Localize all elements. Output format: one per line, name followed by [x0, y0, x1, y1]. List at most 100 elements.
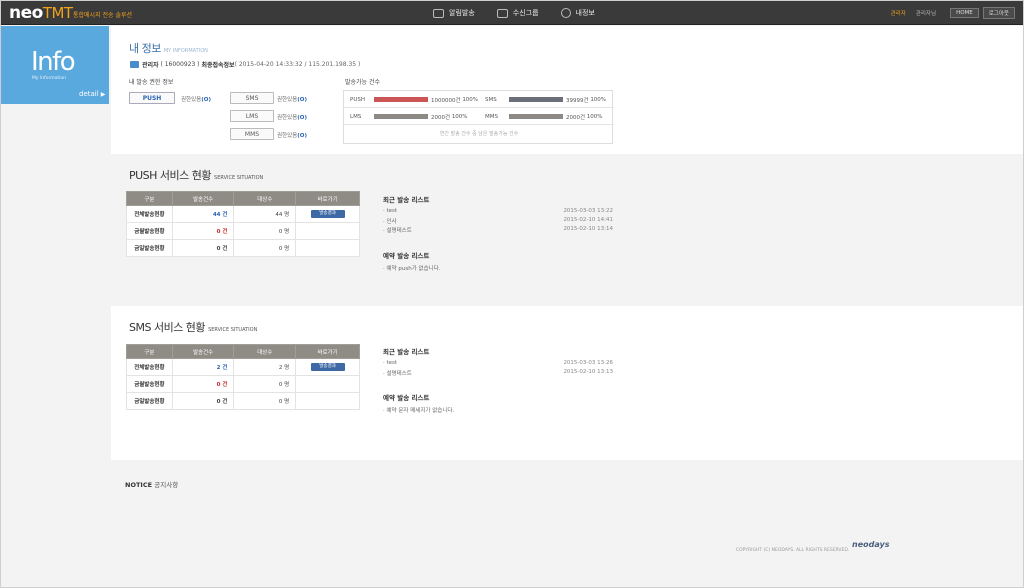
- item-name: 설명테스트: [386, 228, 412, 234]
- perm-lms-status: 권한있음(O): [277, 113, 307, 121]
- perm-label: 권한있음: [277, 97, 298, 103]
- info-panel: Info My Information detail ▶: [1, 26, 109, 104]
- table-header-row: 구분 발송건수 대상수 바로가기: [126, 191, 360, 206]
- quota-count: 2000건: [431, 114, 451, 121]
- row-label: 금일발송현황: [126, 239, 173, 257]
- row-target: 0 명: [233, 375, 297, 393]
- quota-count: 2000건: [566, 114, 586, 121]
- arrow-right-icon: ▶: [100, 91, 106, 98]
- perm-value: (O): [297, 133, 307, 139]
- list-item[interactable]: · test 2015-03-03 13:26: [383, 360, 613, 369]
- table-row: 금일발송현황 0 건 0 명: [126, 239, 360, 257]
- quota-count: 39999건: [566, 97, 589, 104]
- notice-title[interactable]: NOTICE 공지사항: [125, 479, 178, 489]
- th-target: 대상수: [233, 344, 297, 359]
- item-date: 2015-02-10 14:41: [563, 217, 613, 223]
- row-sent: 0 건: [171, 239, 235, 257]
- push-title-en: SERVICE SITUATION: [214, 175, 264, 181]
- home-button[interactable]: HOME: [950, 8, 979, 18]
- quota-box: PUSH 1000000건 100% SMS 39999건 100% LMS 2…: [343, 90, 614, 144]
- row-sent: 2 건: [171, 358, 235, 376]
- left-column: [1, 104, 109, 587]
- util-menu: 관리자 관리자님 HOME 로그아웃: [891, 7, 1015, 19]
- sms-service-title: SMS 서비스 현황 SERVICE SITUATION: [129, 319, 257, 335]
- notice-title-ko: 공지사항: [154, 481, 179, 489]
- item-name: test: [386, 360, 398, 366]
- row-sent: 0 건: [171, 222, 235, 240]
- quota-note: 연간 발송 건수 중 남은 발송가능 건수: [439, 131, 519, 137]
- logo[interactable]: neoTMT: [9, 4, 73, 22]
- logout-button[interactable]: 로그아웃: [982, 7, 1015, 19]
- th-shortcut: 바로가기: [295, 344, 360, 359]
- logo-accent: TMT: [42, 4, 73, 22]
- perm-push-button[interactable]: PUSH: [129, 92, 175, 104]
- row-shortcut: [295, 375, 360, 393]
- row-target: 2 명: [233, 358, 297, 376]
- nav-item-myinfo[interactable]: 내정보: [560, 8, 595, 18]
- last-login-label: 최종접속정보: [201, 62, 235, 69]
- quota-percent: 100%: [451, 113, 468, 120]
- main-nav: 알림발송 수신그룹 내정보: [433, 1, 617, 25]
- row-sent: 44 건: [171, 205, 235, 223]
- list-item[interactable]: · 설명테스트 2015-02-10 13:14: [383, 226, 613, 235]
- quota-bar-sms: [509, 97, 563, 102]
- th-sent: 발송건수: [171, 344, 235, 359]
- sms-service-table: 구분 발송건수 대상수 바로가기 전체발송현황 2 건 2 명 발송결과 금월발…: [126, 344, 360, 410]
- notice-section: NOTICE 공지사항: [111, 460, 1023, 587]
- sms-reserved-list: · 예약 문자 메세지가 없습니다.: [383, 406, 613, 415]
- id-card-icon: [130, 61, 139, 68]
- perm-lms-button[interactable]: LMS: [230, 110, 274, 122]
- admin-info-link[interactable]: 관리자님: [916, 9, 936, 17]
- empty-message: 예약 문자 메세지가 없습니다.: [386, 408, 455, 414]
- perm-sms-button[interactable]: SMS: [230, 92, 274, 104]
- perm-mms-button[interactable]: MMS: [230, 128, 274, 140]
- detail-label: detail: [79, 90, 99, 98]
- row-label: 전체발송현황: [126, 358, 173, 376]
- row-sent: 0 건: [171, 375, 235, 393]
- sms-recent-list: · test 2015-03-03 13:26 · 설명테스트 2015-02-10…: [383, 360, 613, 378]
- item-date: 2015-03-03 13:22: [563, 208, 613, 214]
- user-icon: [560, 8, 571, 18]
- quota-percent: 100%: [590, 96, 607, 103]
- th-category: 구분: [126, 344, 173, 359]
- my-info-section: 내 정보 MY INFORMATION 관리자 ( 16000923 ) 최종접속…: [111, 26, 1023, 154]
- sms-title-text: SMS 서비스 현황: [129, 321, 206, 334]
- nav-label: 수신그룹: [512, 9, 539, 17]
- sms-result-button[interactable]: 발송결과: [310, 363, 345, 371]
- perm-value: (O): [297, 97, 307, 103]
- quota-push: 1000000건 100%: [374, 91, 478, 108]
- push-reserved-list: · 예약 push가 없습니다.: [383, 264, 613, 273]
- list-item[interactable]: · test 2015-03-03 13:22: [383, 208, 613, 217]
- group-icon: [496, 8, 508, 18]
- logo-main: neo: [9, 3, 43, 23]
- perm-push-status: 권한있음(O): [181, 95, 211, 103]
- detail-link[interactable]: detail ▶: [79, 90, 105, 98]
- push-result-button[interactable]: 발송결과: [310, 210, 345, 218]
- list-item[interactable]: · 설명테스트 2015-02-10 13:13: [383, 369, 613, 378]
- row-label: 금월발송현황: [126, 222, 173, 240]
- admin-link[interactable]: 관리자: [891, 9, 906, 17]
- perm-label: 권한있음: [181, 97, 202, 103]
- quota-name: MMS: [485, 113, 498, 120]
- item-name: test: [386, 208, 398, 214]
- my-info-title-en: MY INFORMATION: [163, 48, 208, 54]
- item-name: 설명테스트: [386, 371, 412, 377]
- table-row: 금월발송현황 0 건 0 명: [126, 222, 360, 240]
- row-shortcut: 발송결과: [295, 358, 360, 376]
- nav-item-send[interactable]: 알림발송: [433, 8, 475, 18]
- admin-label: 관리자: [142, 62, 159, 69]
- nav-item-group[interactable]: 수신그룹: [496, 8, 539, 18]
- list-item[interactable]: · 인사 2015-02-10 14:41: [383, 217, 613, 226]
- quota-count: 1000000건: [431, 97, 461, 104]
- row-shortcut: [295, 222, 360, 240]
- admin-id: ( 16000923 ): [160, 61, 200, 68]
- table-header-row: 구분 발송건수 대상수 바로가기: [126, 344, 360, 359]
- quota-row: PUSH 1000000건 100% SMS 39999건 100%: [344, 91, 614, 108]
- info-subtitle: My Information: [32, 76, 67, 81]
- quota-name: SMS: [485, 96, 497, 103]
- push-service-title: PUSH 서비스 현황 SERVICE SITUATION: [129, 167, 263, 183]
- info-title: Info: [31, 47, 76, 77]
- perm-title: 내 발송 권한 정보: [129, 79, 174, 86]
- quota-mms: 2000건 100%: [509, 108, 603, 125]
- perm-sms-status: 권한있음(O): [277, 95, 307, 103]
